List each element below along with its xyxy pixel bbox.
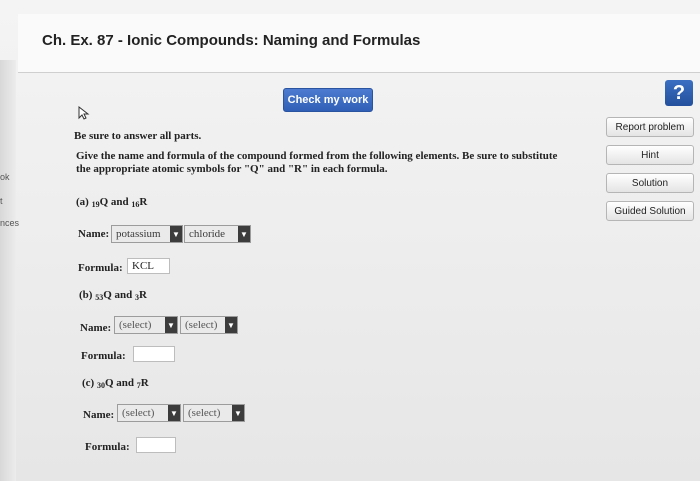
part-b-label: (b) 53Q and 3R <box>79 289 147 302</box>
formula-label: Formula: <box>85 441 130 453</box>
name-label: Name: <box>78 228 110 240</box>
left-sidebar-strip <box>0 60 16 481</box>
help-button[interactable]: ? <box>665 80 693 106</box>
name-label: Name: <box>83 409 115 421</box>
part-c-name-select-1[interactable]: (select) ▼ <box>117 404 181 422</box>
chevron-down-icon: ▼ <box>170 226 182 242</box>
report-problem-button[interactable]: Report problem <box>606 117 694 137</box>
question-prompt: the appropriate atomic symbols for "Q" a… <box>76 163 388 175</box>
formula-label: Formula: <box>78 262 123 274</box>
part-b-name-select-1[interactable]: (select) ▼ <box>114 316 178 334</box>
left-strip-text: nces <box>0 218 20 228</box>
guided-solution-button[interactable]: Guided Solution <box>606 201 694 221</box>
mouse-cursor-icon <box>78 106 90 120</box>
page-title: Ch. Ex. 87 - Ionic Compounds: Naming and… <box>42 32 421 49</box>
solution-button[interactable]: Solution <box>606 173 694 193</box>
part-a-name-select-2[interactable]: chloride ▼ <box>184 225 251 243</box>
chevron-down-icon: ▼ <box>232 405 244 421</box>
part-a-label: (a) 19Q and 16R <box>76 196 148 209</box>
part-a-name-select-1[interactable]: potassium ▼ <box>111 225 183 243</box>
part-a-formula-input[interactable]: KCL <box>127 258 170 274</box>
hint-button[interactable]: Hint <box>606 145 694 165</box>
name-label: Name: <box>80 322 112 334</box>
screen: Ch. Ex. 87 - Ionic Compounds: Naming and… <box>0 0 700 481</box>
check-my-work-button[interactable]: Check my work <box>283 88 373 112</box>
left-strip-text: t <box>0 196 3 206</box>
chevron-down-icon: ▼ <box>165 317 177 333</box>
part-c-name-select-2[interactable]: (select) ▼ <box>183 404 245 422</box>
chevron-down-icon: ▼ <box>238 226 250 242</box>
question-prompt: Give the name and formula of the compoun… <box>76 150 558 162</box>
left-strip-text: ok <box>0 172 10 182</box>
chevron-down-icon: ▼ <box>225 317 237 333</box>
instruction-text: Be sure to answer all parts. <box>74 130 202 142</box>
part-c-label: (c) 30Q and 7R <box>82 377 149 390</box>
part-c-formula-input[interactable] <box>136 437 176 453</box>
part-b-name-select-2[interactable]: (select) ▼ <box>180 316 238 334</box>
chevron-down-icon: ▼ <box>168 405 180 421</box>
part-b-formula-input[interactable] <box>133 346 175 362</box>
formula-label: Formula: <box>81 350 126 362</box>
